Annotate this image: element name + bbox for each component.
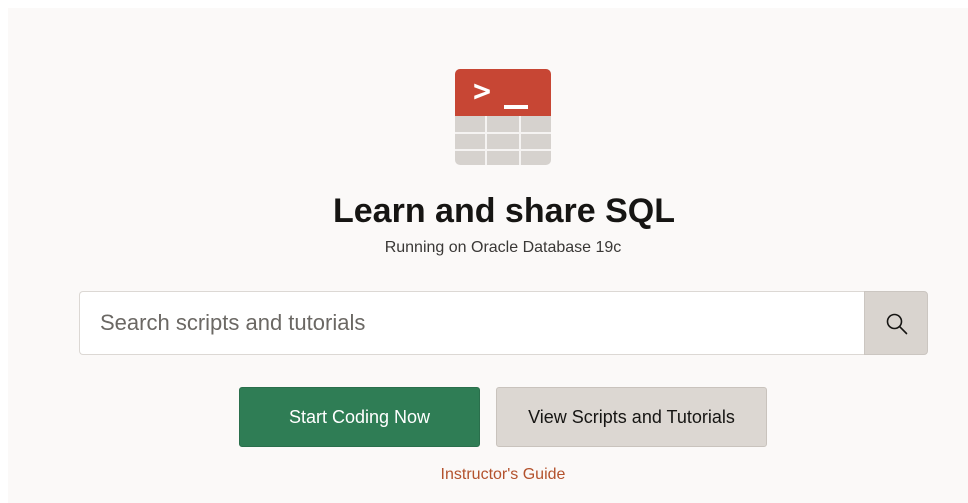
search-input[interactable] — [79, 291, 864, 355]
logo-terminal-bar — [455, 69, 551, 116]
sql-terminal-logo-icon: > — [455, 69, 551, 165]
search-icon — [886, 313, 908, 335]
page-subtitle: Running on Oracle Database 19c — [384, 239, 622, 256]
start-coding-button[interactable]: Start Coding Now — [239, 387, 480, 447]
search-button[interactable] — [864, 291, 928, 355]
page-title: Learn and share SQL — [333, 192, 675, 230]
logo-grid-line — [485, 116, 487, 165]
logo-grid-line — [455, 149, 551, 151]
view-scripts-button[interactable]: View Scripts and Tutorials — [496, 387, 767, 447]
logo-grid-line — [455, 132, 551, 134]
page: > Learn and share SQL Running on Oracle … — [0, 0, 968, 503]
logo-prompt-glyph: > — [473, 74, 492, 109]
instructors-guide-link[interactable]: Instructor's Guide — [0, 465, 968, 485]
logo-cursor-glyph — [504, 105, 528, 109]
logo-grid-line — [519, 116, 521, 165]
